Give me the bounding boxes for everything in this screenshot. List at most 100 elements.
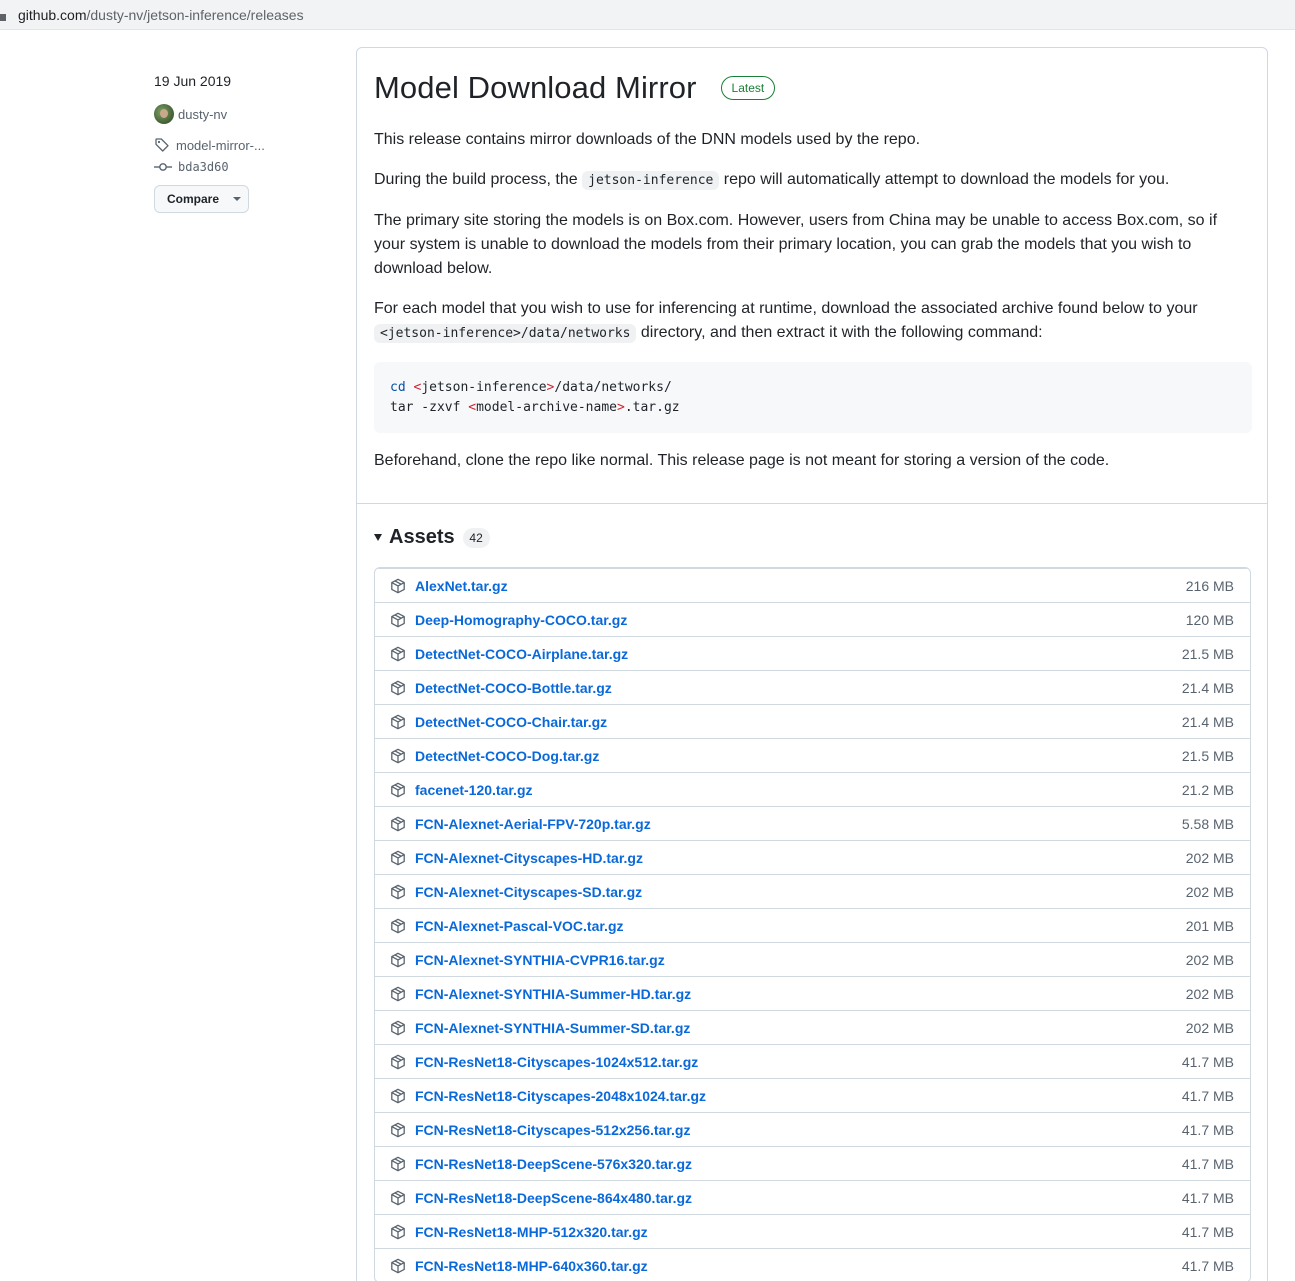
asset-link[interactable]: FCN-ResNet18-Cityscapes-1024x512.tar.gz: [415, 1054, 1182, 1070]
asset-link[interactable]: FCN-Alexnet-Cityscapes-HD.tar.gz: [415, 850, 1186, 866]
code-line-2: tar -zxvf <model-archive-name>.tar.gz: [390, 398, 1236, 418]
assets-label: Assets: [389, 526, 455, 548]
asset-link[interactable]: DetectNet-COCO-Airplane.tar.gz: [415, 646, 1182, 662]
asset-link[interactable]: FCN-Alexnet-Cityscapes-SD.tar.gz: [415, 884, 1186, 900]
asset-link[interactable]: FCN-Alexnet-SYNTHIA-Summer-HD.tar.gz: [415, 986, 1186, 1002]
asset-link[interactable]: FCN-Alexnet-Aerial-FPV-720p.tar.gz: [415, 816, 1182, 832]
asset-link[interactable]: FCN-ResNet18-Cityscapes-2048x1024.tar.gz: [415, 1088, 1182, 1104]
notes-paragraph-3: The primary site storing the models is o…: [374, 212, 1218, 277]
asset-link[interactable]: AlexNet.tar.gz: [415, 578, 1186, 594]
asset-size: 21.4 MB: [1181, 679, 1234, 696]
package-icon: [391, 646, 405, 661]
asset-size: 21.2 MB: [1181, 781, 1234, 798]
text-span: repo will automatically attempt to downl…: [719, 171, 1170, 188]
asset-link[interactable]: FCN-Alexnet-Pascal-VOC.tar.gz: [415, 918, 1186, 934]
release-title[interactable]: Model Download Mirror: [374, 70, 697, 106]
package-icon: [391, 986, 405, 1001]
asset-link[interactable]: DetectNet-COCO-Dog.tar.gz: [415, 748, 1182, 764]
asset-row: DetectNet-COCO-Dog.tar.gz 21.5 MB: [375, 738, 1250, 772]
asset-row: FCN-ResNet18-Cityscapes-1024x512.tar.gz …: [375, 1044, 1250, 1078]
package-icon: [391, 850, 405, 865]
code-token: model-archive-name: [476, 400, 617, 415]
asset-size: 202 MB: [1185, 1019, 1234, 1036]
asset-link[interactable]: Deep-Homography-COCO.tar.gz: [415, 612, 1186, 628]
package-icon: [391, 1190, 405, 1205]
asset-size: 216 MB: [1185, 577, 1234, 594]
package-icon: [391, 918, 405, 933]
package-icon: [391, 1088, 405, 1103]
avatar[interactable]: [154, 104, 174, 124]
release-sidebar: 19 Jun 2019 dusty-nv model-mirror-... bd…: [154, 73, 344, 213]
asset-size: 202 MB: [1185, 951, 1234, 968]
package-icon: [391, 816, 405, 831]
asset-row: FCN-Alexnet-Pascal-VOC.tar.gz 201 MB: [375, 908, 1250, 942]
asset-row: FCN-ResNet18-MHP-640x360.tar.gz 41.7 MB: [375, 1248, 1250, 1281]
asset-size: 21.5 MB: [1181, 645, 1234, 662]
asset-size: 21.4 MB: [1181, 713, 1234, 730]
tag-icon: [155, 138, 169, 152]
asset-row: DetectNet-COCO-Chair.tar.gz 21.4 MB: [375, 704, 1250, 738]
author-name[interactable]: dusty-nv: [178, 107, 227, 122]
package-icon: [391, 1054, 405, 1069]
package-icon: [391, 1224, 405, 1239]
asset-row: FCN-ResNet18-Cityscapes-512x256.tar.gz 4…: [375, 1112, 1250, 1146]
package-icon: [391, 1122, 405, 1137]
text-span: During the build process, the: [374, 171, 583, 188]
asset-size: 41.7 MB: [1181, 1189, 1234, 1206]
compare-button[interactable]: Compare: [154, 185, 249, 213]
code-token: cd: [390, 380, 406, 395]
asset-link[interactable]: DetectNet-COCO-Chair.tar.gz: [415, 714, 1182, 730]
asset-size: 202 MB: [1185, 849, 1234, 866]
package-icon: [391, 952, 405, 967]
asset-link[interactable]: FCN-ResNet18-MHP-512x320.tar.gz: [415, 1224, 1182, 1240]
url-text[interactable]: github.com/dusty-nv/jetson-inference/rel…: [18, 7, 304, 23]
release-card: Model Download Mirror Latest This releas…: [356, 47, 1268, 1281]
asset-size: 202 MB: [1185, 985, 1234, 1002]
asset-link[interactable]: FCN-ResNet18-MHP-640x360.tar.gz: [415, 1258, 1182, 1274]
latest-badge: Latest: [720, 76, 776, 100]
package-icon: [391, 1156, 405, 1171]
commit-sha[interactable]: bda3d60: [178, 160, 229, 174]
code-token: <: [468, 400, 477, 415]
package-icon: [391, 680, 405, 695]
release-tag[interactable]: model-mirror-...: [154, 135, 344, 155]
package-icon: [391, 714, 405, 729]
asset-row: FCN-Alexnet-SYNTHIA-Summer-HD.tar.gz 202…: [375, 976, 1250, 1010]
address-bar[interactable]: github.com/dusty-nv/jetson-inference/rel…: [0, 0, 1295, 30]
asset-link[interactable]: FCN-ResNet18-Cityscapes-512x256.tar.gz: [415, 1122, 1182, 1138]
code-block[interactable]: cd <jetson-inference>/data/networks/ tar…: [374, 362, 1252, 433]
asset-link[interactable]: FCN-Alexnet-SYNTHIA-CVPR16.tar.gz: [415, 952, 1186, 968]
asset-link[interactable]: FCN-ResNet18-DeepScene-864x480.tar.gz: [415, 1190, 1182, 1206]
text-span: For each model that you wish to use for …: [374, 300, 1198, 317]
chevron-down-icon: [233, 197, 242, 201]
asset-size: 21.5 MB: [1181, 747, 1234, 764]
asset-row: FCN-ResNet18-DeepScene-864x480.tar.gz 41…: [375, 1180, 1250, 1214]
release-author[interactable]: dusty-nv: [154, 104, 344, 124]
commit-icon: [154, 163, 172, 171]
asset-row: FCN-Alexnet-Aerial-FPV-720p.tar.gz 5.58 …: [375, 806, 1250, 840]
asset-row: FCN-Alexnet-Cityscapes-SD.tar.gz 202 MB: [375, 874, 1250, 908]
url-path: /dusty-nv/jetson-inference/releases: [86, 7, 304, 23]
release-commit[interactable]: bda3d60: [154, 157, 344, 177]
asset-size: 5.58 MB: [1181, 815, 1234, 832]
code-token: tar -zxvf: [390, 400, 469, 415]
package-icon: [391, 1258, 405, 1273]
package-icon: [391, 612, 405, 627]
asset-row: facenet-120.tar.gz 21.2 MB: [375, 772, 1250, 806]
asset-row: FCN-ResNet18-MHP-512x320.tar.gz 41.7 MB: [375, 1214, 1250, 1248]
asset-row: Deep-Homography-COCO.tar.gz 120 MB: [375, 602, 1250, 636]
lock-icon: [0, 14, 6, 21]
asset-link[interactable]: facenet-120.tar.gz: [415, 782, 1182, 798]
inline-code: jetson-inference: [582, 171, 720, 190]
code-token: jetson-inference: [421, 380, 547, 395]
assets-toggle[interactable]: Assets 42: [374, 526, 490, 549]
asset-link[interactable]: FCN-Alexnet-SYNTHIA-Summer-SD.tar.gz: [415, 1020, 1186, 1036]
tag-name[interactable]: model-mirror-...: [176, 138, 265, 153]
asset-row: FCN-ResNet18-DeepScene-576x320.tar.gz 41…: [375, 1146, 1250, 1180]
asset-size: 41.7 MB: [1181, 1121, 1234, 1138]
asset-link[interactable]: DetectNet-COCO-Bottle.tar.gz: [415, 680, 1182, 696]
asset-list: AlexNet.tar.gz 216 MB Deep-Homography-CO…: [374, 567, 1251, 1281]
inline-code: <jetson-inference>/data/networks: [374, 324, 637, 343]
asset-link[interactable]: FCN-ResNet18-DeepScene-576x320.tar.gz: [415, 1156, 1182, 1172]
assets-count-badge: 42: [462, 527, 490, 548]
